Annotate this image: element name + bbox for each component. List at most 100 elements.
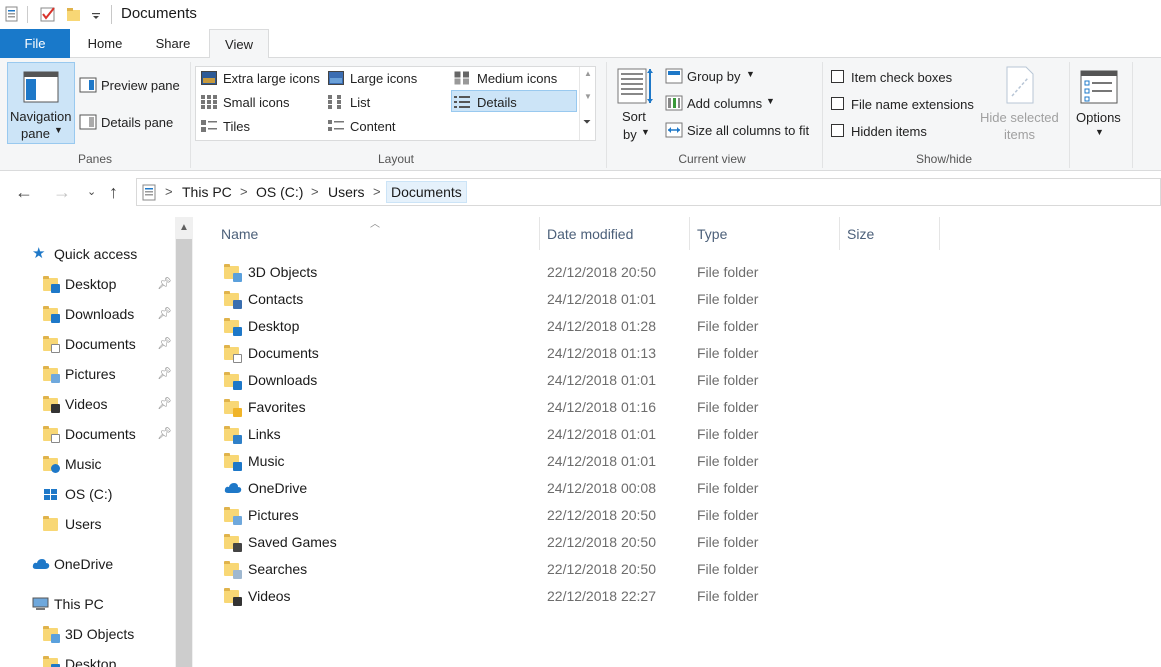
nav-desktop[interactable]: Desktop xyxy=(43,269,116,299)
nav-downloads[interactable]: Downloads xyxy=(43,299,134,329)
hidden-items-checkbox[interactable] xyxy=(831,124,844,137)
file-row[interactable]: Searches 22/12/2018 20:50 File folder xyxy=(218,556,938,583)
file-row[interactable]: Desktop 24/12/2018 01:28 File folder xyxy=(218,313,938,340)
column-divider[interactable] xyxy=(939,217,940,250)
details-option[interactable]: Details xyxy=(477,95,517,110)
file-row[interactable]: 3D Objects 22/12/2018 20:50 File folder xyxy=(218,259,938,286)
details-pane-button[interactable]: Details pane xyxy=(101,115,173,130)
panes-group-label: Panes xyxy=(77,152,113,166)
file-date-modified: 24/12/2018 01:28 xyxy=(547,318,656,334)
pin-icon[interactable]: 📌︎ xyxy=(157,336,172,350)
details-pane-icon[interactable] xyxy=(79,114,97,130)
breadcrumb-users[interactable]: Users xyxy=(328,184,365,200)
file-row[interactable]: Links 24/12/2018 01:01 File folder xyxy=(218,421,938,448)
extra-large-icons-option[interactable]: Extra large icons xyxy=(223,71,320,86)
breadcrumb-chevron-icon[interactable]: > xyxy=(311,184,319,199)
nav-users[interactable]: Users xyxy=(43,509,102,539)
tab-home[interactable]: Home xyxy=(74,29,136,58)
file-row[interactable]: Contacts 24/12/2018 01:01 File folder xyxy=(218,286,938,313)
nav-documents[interactable]: Documents xyxy=(43,329,136,359)
breadcrumb-documents[interactable]: Documents xyxy=(386,181,467,203)
hidden-items-label[interactable]: Hidden items xyxy=(851,124,927,139)
properties-icon[interactable] xyxy=(4,6,20,23)
scrollbar-thumb[interactable] xyxy=(176,239,192,667)
breadcrumb-chevron-icon[interactable]: > xyxy=(165,184,173,199)
breadcrumb-this-pc[interactable]: This PC xyxy=(182,184,232,200)
nav-os-c[interactable]: OS (C:) xyxy=(43,479,112,509)
nav-label: Downloads xyxy=(65,306,135,322)
tiles-option[interactable]: Tiles xyxy=(223,119,250,134)
nav-this-pc[interactable]: This PC xyxy=(32,589,104,619)
scroll-up-icon[interactable]: ▲ xyxy=(584,69,592,78)
column-header-type[interactable]: Type xyxy=(689,217,839,251)
item-check-boxes-label[interactable]: Item check boxes xyxy=(851,70,952,85)
column-header-name[interactable]: Name xyxy=(213,217,539,251)
file-row[interactable]: Saved Games 22/12/2018 20:50 File folder xyxy=(218,529,938,556)
address-bar[interactable]: > This PC > OS (C:) > Users > Documents xyxy=(136,178,1161,206)
pin-icon[interactable]: 📌︎ xyxy=(157,276,172,290)
file-row[interactable]: Videos 22/12/2018 22:27 File folder xyxy=(218,583,938,610)
back-arrow-icon[interactable]: ← xyxy=(15,182,33,203)
options-button[interactable]: Options xyxy=(1076,110,1121,125)
nav-onedrive[interactable]: OneDrive xyxy=(32,549,113,579)
nav-videos[interactable]: Videos xyxy=(43,389,108,419)
breadcrumb-chevron-icon[interactable]: > xyxy=(373,184,381,199)
pin-icon[interactable]: 📌︎ xyxy=(157,426,172,440)
new-folder-icon[interactable] xyxy=(66,6,82,23)
size-all-columns-button[interactable]: Size all columns to fit xyxy=(687,123,809,138)
nav-music[interactable]: Music xyxy=(43,449,102,479)
nav-pictures[interactable]: Pictures xyxy=(43,359,116,389)
file-row[interactable]: Downloads 24/12/2018 01:01 File folder xyxy=(218,367,938,394)
preview-pane-icon[interactable] xyxy=(79,77,97,93)
customize-toolbar-icon[interactable] xyxy=(91,6,101,23)
scroll-down-icon[interactable]: ▼ xyxy=(584,92,592,101)
item-check-boxes-checkbox[interactable] xyxy=(831,70,844,83)
scroll-up-icon[interactable]: ▲ xyxy=(179,222,189,233)
nav-quick-access[interactable]: ★ Quick access xyxy=(32,239,137,269)
gallery-more-icon[interactable]: ⏷ xyxy=(583,117,591,128)
nav-label: OneDrive xyxy=(54,556,114,572)
desktop-folder-icon xyxy=(224,318,242,336)
add-columns-button[interactable]: Add columns xyxy=(687,96,762,111)
file-type: File folder xyxy=(697,264,759,280)
pin-icon[interactable]: 📌︎ xyxy=(157,396,172,410)
file-name-extensions-checkbox[interactable] xyxy=(831,97,844,110)
file-row[interactable]: Music 24/12/2018 01:01 File folder xyxy=(218,448,938,475)
large-icons-option[interactable]: Large icons xyxy=(350,71,417,86)
small-icons-option[interactable]: Small icons xyxy=(223,95,289,110)
breadcrumb-os-c[interactable]: OS (C:) xyxy=(256,184,303,200)
file-row[interactable]: Pictures 22/12/2018 20:50 File folder xyxy=(218,502,938,529)
breadcrumb-chevron-icon[interactable]: > xyxy=(240,184,248,199)
file-row[interactable]: Documents 24/12/2018 01:13 File folder xyxy=(218,340,938,367)
nav-documents-2[interactable]: Documents xyxy=(43,419,136,449)
medium-icons-option[interactable]: Medium icons xyxy=(477,71,557,86)
list-option[interactable]: List xyxy=(350,95,370,110)
file-row[interactable]: OneDrive 24/12/2018 00:08 File folder xyxy=(218,475,938,502)
up-arrow-icon[interactable]: ↑ xyxy=(109,182,118,203)
column-header-size[interactable]: Size xyxy=(839,217,939,251)
tab-file[interactable]: File xyxy=(0,29,70,58)
file-name-extensions-label[interactable]: File name extensions xyxy=(851,97,974,112)
nav-desktop-2[interactable]: Desktop xyxy=(43,649,116,667)
column-header-date-modified[interactable]: Date modified xyxy=(539,217,689,251)
navigation-pane-scrollbar[interactable]: ▲ xyxy=(175,217,193,667)
sort-by-icon[interactable] xyxy=(617,67,655,107)
options-icon[interactable] xyxy=(1080,70,1118,104)
file-row[interactable]: Favorites 24/12/2018 01:16 File folder xyxy=(218,394,938,421)
group-by-button[interactable]: Group by xyxy=(687,69,740,84)
tab-view[interactable]: View xyxy=(209,29,269,59)
nav-label: Pictures xyxy=(65,366,116,382)
checkmark-icon[interactable] xyxy=(40,6,56,23)
pin-icon[interactable]: 📌︎ xyxy=(157,306,172,320)
navigation-pane-button[interactable]: Navigation pane ▼ xyxy=(7,62,75,144)
pin-icon[interactable]: 📌︎ xyxy=(157,366,172,380)
tab-share[interactable]: Share xyxy=(143,29,203,58)
forward-arrow-icon[interactable]: → xyxy=(53,182,71,203)
sort-by-label[interactable]: Sort xyxy=(622,109,646,124)
preview-pane-button[interactable]: Preview pane xyxy=(101,78,180,93)
sort-by-label-2[interactable]: by xyxy=(623,127,637,142)
content-option[interactable]: Content xyxy=(350,119,396,134)
nav-label: Documents xyxy=(65,426,136,442)
recent-locations-chevron-icon[interactable]: ⌄ xyxy=(87,185,96,198)
nav-3d-objects[interactable]: 3D Objects xyxy=(43,619,134,649)
